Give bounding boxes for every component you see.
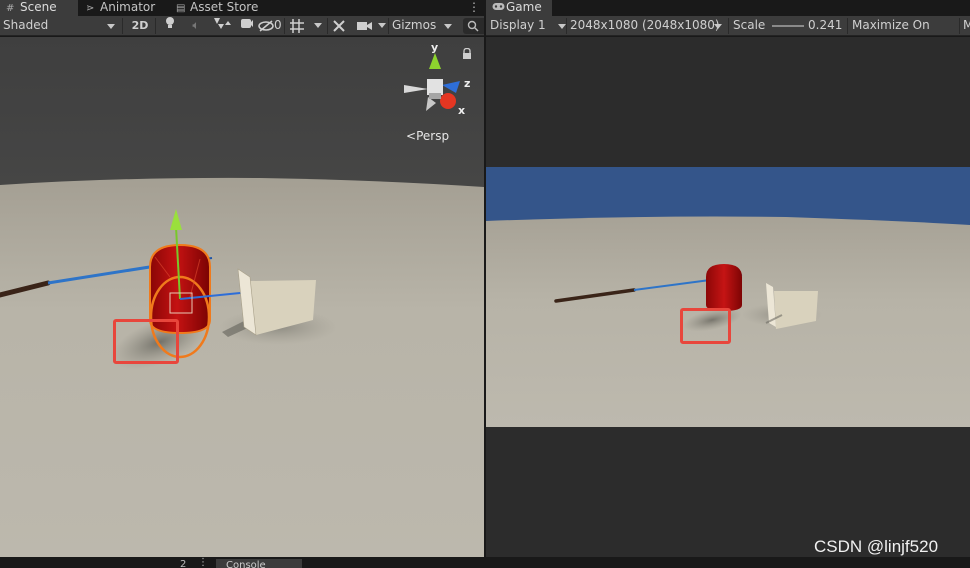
hidden-icon (258, 19, 274, 32)
hidden-objects-toggle[interactable]: 0 (258, 16, 282, 36)
axis-y-label: y (431, 41, 439, 54)
tools-icon[interactable] (332, 16, 348, 36)
axis-x-label: x (458, 104, 466, 117)
divider (284, 18, 285, 34)
chevron-down-icon (714, 24, 722, 29)
slider-track (772, 25, 804, 27)
audio-icon[interactable]: 🔈︎ (188, 16, 204, 36)
scene-menu-icon[interactable]: ⋮ (468, 1, 480, 15)
scale-slider[interactable] (772, 16, 804, 36)
grid-snap-button[interactable] (289, 16, 313, 36)
game-tabbar: Game (486, 0, 970, 16)
effects-icon[interactable] (212, 16, 234, 36)
draw-mode-dropdown[interactable]: Shaded (3, 16, 119, 36)
divider (327, 18, 328, 34)
game-panel: Game Display 1 2048x1080 (2048x1080) Sca… (486, 0, 970, 557)
scene-panel: # Scene ⋗ Animator ▤ Asset Store ⋮ Shaded 2… (0, 0, 484, 557)
chevron-down-icon (377, 23, 386, 28)
tab-animator[interactable]: ⋗ Animator (80, 0, 166, 16)
tab-asset-store[interactable]: ▤ Asset Store (170, 0, 270, 16)
tab-console[interactable]: Console (216, 559, 302, 568)
lighting-icon[interactable] (162, 16, 178, 36)
search-icon (467, 20, 479, 32)
camera-settings-button[interactable] (356, 16, 386, 36)
game-render (486, 167, 970, 427)
projection-toggle[interactable]: <Persp (406, 129, 449, 143)
toggle-2d-button[interactable]: 2D (128, 16, 152, 36)
game-viewport[interactable] (486, 37, 970, 557)
search-field[interactable] (463, 18, 484, 34)
game-toolbar: Display 1 2048x1080 (2048x1080) Scale 0.… (486, 16, 970, 51)
mute-audio-toggle[interactable]: M (963, 16, 970, 36)
maximize-on-play-toggle[interactable]: Maximize On Play (852, 16, 956, 51)
watermark: CSDN @linjf520 (814, 537, 939, 556)
bottom-menu-icon[interactable]: ⋮ (198, 557, 208, 568)
grid-dropdown[interactable] (314, 16, 324, 36)
divider (388, 18, 389, 34)
scene-tabbar: # Scene ⋗ Animator ▤ Asset Store ⋮ (0, 0, 484, 16)
scene-viewport[interactable]: y z x <Persp (0, 37, 484, 557)
chevron-left-icon: < (406, 129, 417, 143)
chevron-down-icon (107, 24, 115, 29)
bottom-count: 2 (180, 559, 187, 568)
gamepad-icon (492, 1, 506, 16)
tab-scene[interactable]: # Scene (0, 0, 78, 16)
divider (959, 18, 960, 34)
display-dropdown[interactable]: Display 1 (490, 16, 568, 36)
scale-label: Scale (733, 18, 766, 32)
axis-z-label: z (464, 77, 471, 90)
divider (566, 18, 567, 34)
animator-icon: ⋗ (86, 3, 95, 14)
bottom-panel-strip: 2 ⋮ Console (0, 557, 970, 568)
store-icon: ▤ (176, 3, 186, 14)
divider (155, 18, 156, 34)
camera-icon-small[interactable] (240, 16, 256, 36)
lock-icon[interactable] (462, 47, 472, 60)
video-camera-icon (357, 21, 372, 30)
divider (728, 18, 729, 34)
highlight-annotation (680, 308, 731, 344)
scale-value: 0.241 (808, 18, 843, 32)
tab-game[interactable]: Game (486, 0, 552, 16)
grid-icon: # (6, 3, 15, 14)
divider (847, 18, 848, 34)
chevron-down-icon (558, 24, 566, 29)
chevron-down-icon (444, 24, 452, 29)
gizmos-dropdown[interactable]: Gizmos (392, 16, 458, 36)
divider (122, 18, 123, 34)
chevron-down-icon (314, 23, 322, 28)
scene-toolbar: Shaded 2D 🔈︎ 0 Gizmos (0, 16, 484, 36)
resolution-dropdown[interactable]: 2048x1080 (2048x1080) (570, 16, 726, 36)
highlight-annotation (113, 319, 179, 364)
